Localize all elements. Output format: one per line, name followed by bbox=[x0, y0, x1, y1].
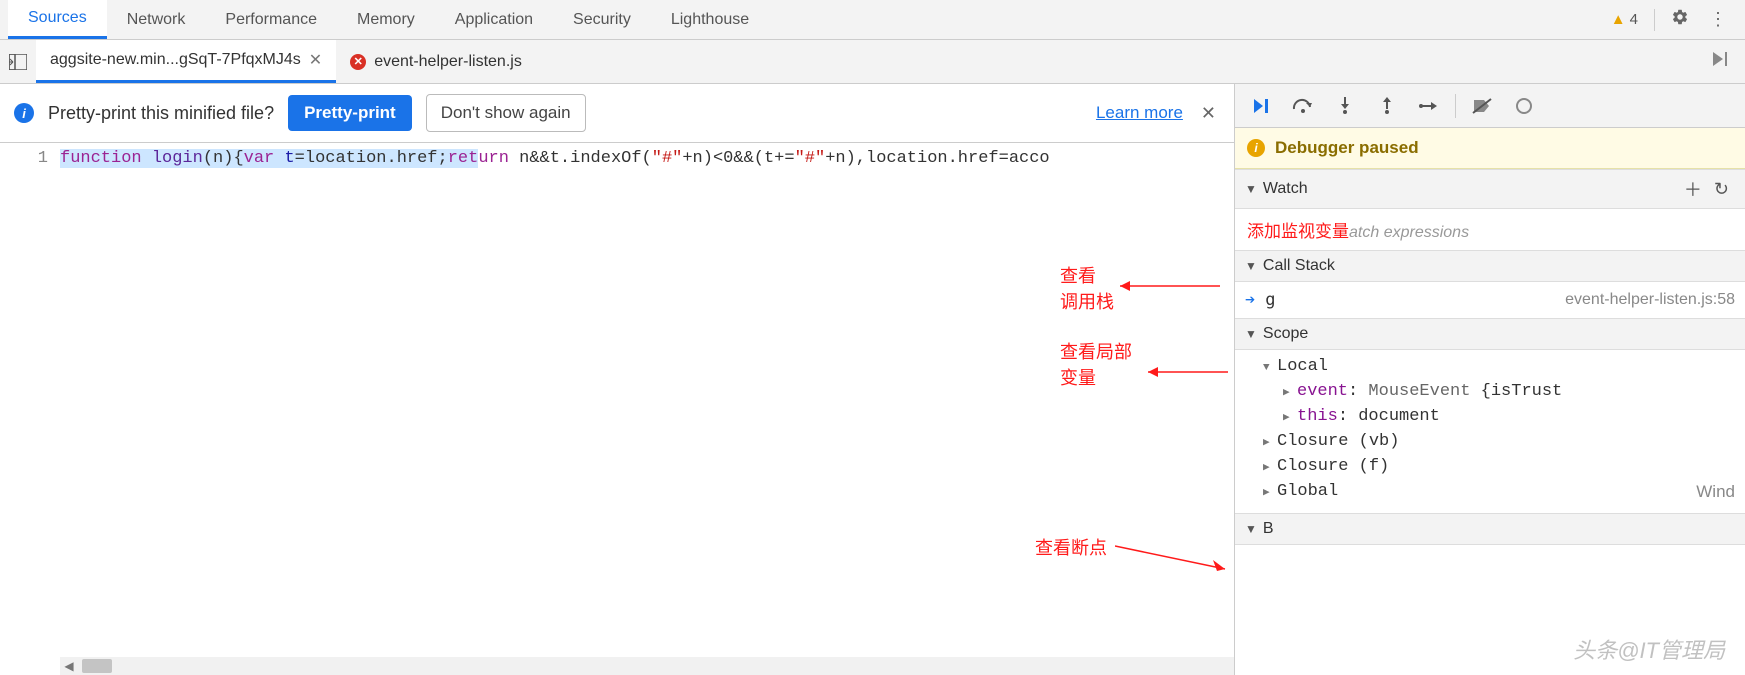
watermark: 头条@IT管理局 bbox=[1573, 633, 1725, 665]
breakpoints-section-header[interactable]: ▼ B bbox=[1235, 513, 1745, 545]
step-over-icon[interactable] bbox=[1283, 84, 1323, 127]
callstack-section-header[interactable]: ▼ Call Stack bbox=[1235, 250, 1745, 282]
close-icon[interactable]: ✕ bbox=[309, 50, 322, 70]
code-editor[interactable]: 1 function login(n){var t=location.href;… bbox=[0, 143, 1234, 675]
dismiss-icon[interactable]: ✕ bbox=[1197, 103, 1220, 124]
chevron-down-icon: ▼ bbox=[1245, 182, 1257, 196]
pretty-print-button[interactable]: Pretty-print bbox=[288, 95, 412, 131]
pretty-print-bar: i Pretty-print this minified file? Prett… bbox=[0, 84, 1234, 143]
frame-name: g bbox=[1265, 290, 1275, 310]
tab-sources[interactable]: Sources bbox=[8, 0, 107, 39]
warnings-count: 4 bbox=[1630, 11, 1638, 28]
more-icon[interactable]: ⋮ bbox=[1699, 9, 1737, 30]
file-tab-0[interactable]: aggsite-new.min...gSqT-7PfqxMJ4s ✕ bbox=[36, 40, 336, 83]
warnings-badge[interactable]: ▲ 4 bbox=[1601, 11, 1648, 28]
code-content: function login(n){var t=location.href;re… bbox=[60, 149, 1234, 168]
pretty-print-message: Pretty-print this minified file? bbox=[48, 103, 274, 124]
warning-icon: ▲ bbox=[1611, 11, 1626, 28]
watch-section-header[interactable]: ▼ Watch ＋ ↻ bbox=[1235, 169, 1745, 209]
source-pane: i Pretty-print this minified file? Prett… bbox=[0, 84, 1235, 675]
dont-show-again-button[interactable]: Don't show again bbox=[426, 94, 586, 132]
scope-section-header[interactable]: ▼ Scope bbox=[1235, 318, 1745, 350]
scroll-left-icon[interactable]: ◀ bbox=[60, 659, 78, 673]
chevron-down-icon: ▼ bbox=[1245, 327, 1257, 341]
debugger-paused-banner: i Debugger paused bbox=[1235, 128, 1745, 169]
chevron-down-icon: ▼ bbox=[1245, 522, 1257, 536]
tab-network[interactable]: Network bbox=[107, 0, 206, 39]
annotation-watch: 添加监视变量 bbox=[1247, 222, 1349, 241]
add-watch-icon[interactable]: ＋ bbox=[1678, 176, 1708, 202]
line-number: 1 bbox=[0, 149, 60, 168]
watch-body: 添加监视变量atch expressions bbox=[1235, 209, 1745, 250]
scope-closure-1[interactable]: ▶Closure (vb) bbox=[1235, 429, 1745, 454]
frame-location: event-helper-listen.js:58 bbox=[1565, 291, 1735, 309]
step-icon[interactable] bbox=[1409, 84, 1449, 127]
horizontal-scrollbar[interactable]: ◀ bbox=[60, 657, 1234, 675]
devtools-tabs: Sources Network Performance Memory Appli… bbox=[0, 0, 1745, 40]
chevron-down-icon: ▼ bbox=[1245, 259, 1257, 273]
info-icon: i bbox=[14, 103, 34, 123]
pause-exceptions-icon[interactable] bbox=[1504, 84, 1544, 127]
file-tab-label: event-helper-listen.js bbox=[374, 53, 522, 71]
callstack-title: Call Stack bbox=[1263, 257, 1335, 275]
deactivate-breakpoints-icon[interactable] bbox=[1462, 84, 1502, 127]
debugger-pane: i Debugger paused ▼ Watch ＋ ↻ 添加监视变量atch… bbox=[1235, 84, 1745, 675]
stack-frame[interactable]: ➔ g event-helper-listen.js:58 bbox=[1235, 282, 1745, 318]
learn-more-link[interactable]: Learn more bbox=[1096, 103, 1183, 123]
navigator-toggle-icon[interactable] bbox=[0, 40, 36, 83]
current-frame-icon: ➔ bbox=[1245, 290, 1255, 310]
scope-body: ▼Local ▶event: MouseEvent {isTrust ▶this… bbox=[1235, 350, 1745, 513]
tab-application[interactable]: Application bbox=[435, 0, 553, 39]
scope-title: Scope bbox=[1263, 325, 1308, 343]
file-tab-1[interactable]: ✕ event-helper-listen.js bbox=[336, 40, 536, 83]
resume-icon[interactable] bbox=[1241, 84, 1281, 127]
breakpoints-title: B bbox=[1263, 520, 1274, 538]
run-snippet-icon[interactable] bbox=[1699, 52, 1745, 71]
step-out-icon[interactable] bbox=[1367, 84, 1407, 127]
step-into-icon[interactable] bbox=[1325, 84, 1365, 127]
tab-lighthouse[interactable]: Lighthouse bbox=[651, 0, 769, 39]
watch-title: Watch bbox=[1263, 180, 1308, 198]
file-tabs-row: aggsite-new.min...gSqT-7PfqxMJ4s ✕ ✕ eve… bbox=[0, 40, 1745, 84]
settings-icon[interactable] bbox=[1661, 8, 1699, 31]
tab-security[interactable]: Security bbox=[553, 0, 651, 39]
tab-performance[interactable]: Performance bbox=[205, 0, 337, 39]
scope-global[interactable]: ▶GlobalWind bbox=[1235, 479, 1745, 505]
info-icon: i bbox=[1247, 139, 1265, 157]
scope-closure-2[interactable]: ▶Closure (f) bbox=[1235, 454, 1745, 479]
scroll-thumb[interactable] bbox=[82, 659, 112, 673]
scope-this[interactable]: ▶this: document bbox=[1235, 404, 1745, 429]
scope-event[interactable]: ▶event: MouseEvent {isTrust bbox=[1235, 379, 1745, 404]
error-icon: ✕ bbox=[350, 54, 366, 70]
tab-memory[interactable]: Memory bbox=[337, 0, 435, 39]
refresh-watch-icon[interactable]: ↻ bbox=[1708, 179, 1735, 200]
debugger-toolbar bbox=[1235, 84, 1745, 128]
watch-placeholder: atch expressions bbox=[1349, 224, 1469, 241]
paused-label: Debugger paused bbox=[1275, 138, 1419, 158]
file-tab-label: aggsite-new.min...gSqT-7PfqxMJ4s bbox=[50, 51, 301, 69]
scope-local[interactable]: ▼Local bbox=[1235, 354, 1745, 379]
